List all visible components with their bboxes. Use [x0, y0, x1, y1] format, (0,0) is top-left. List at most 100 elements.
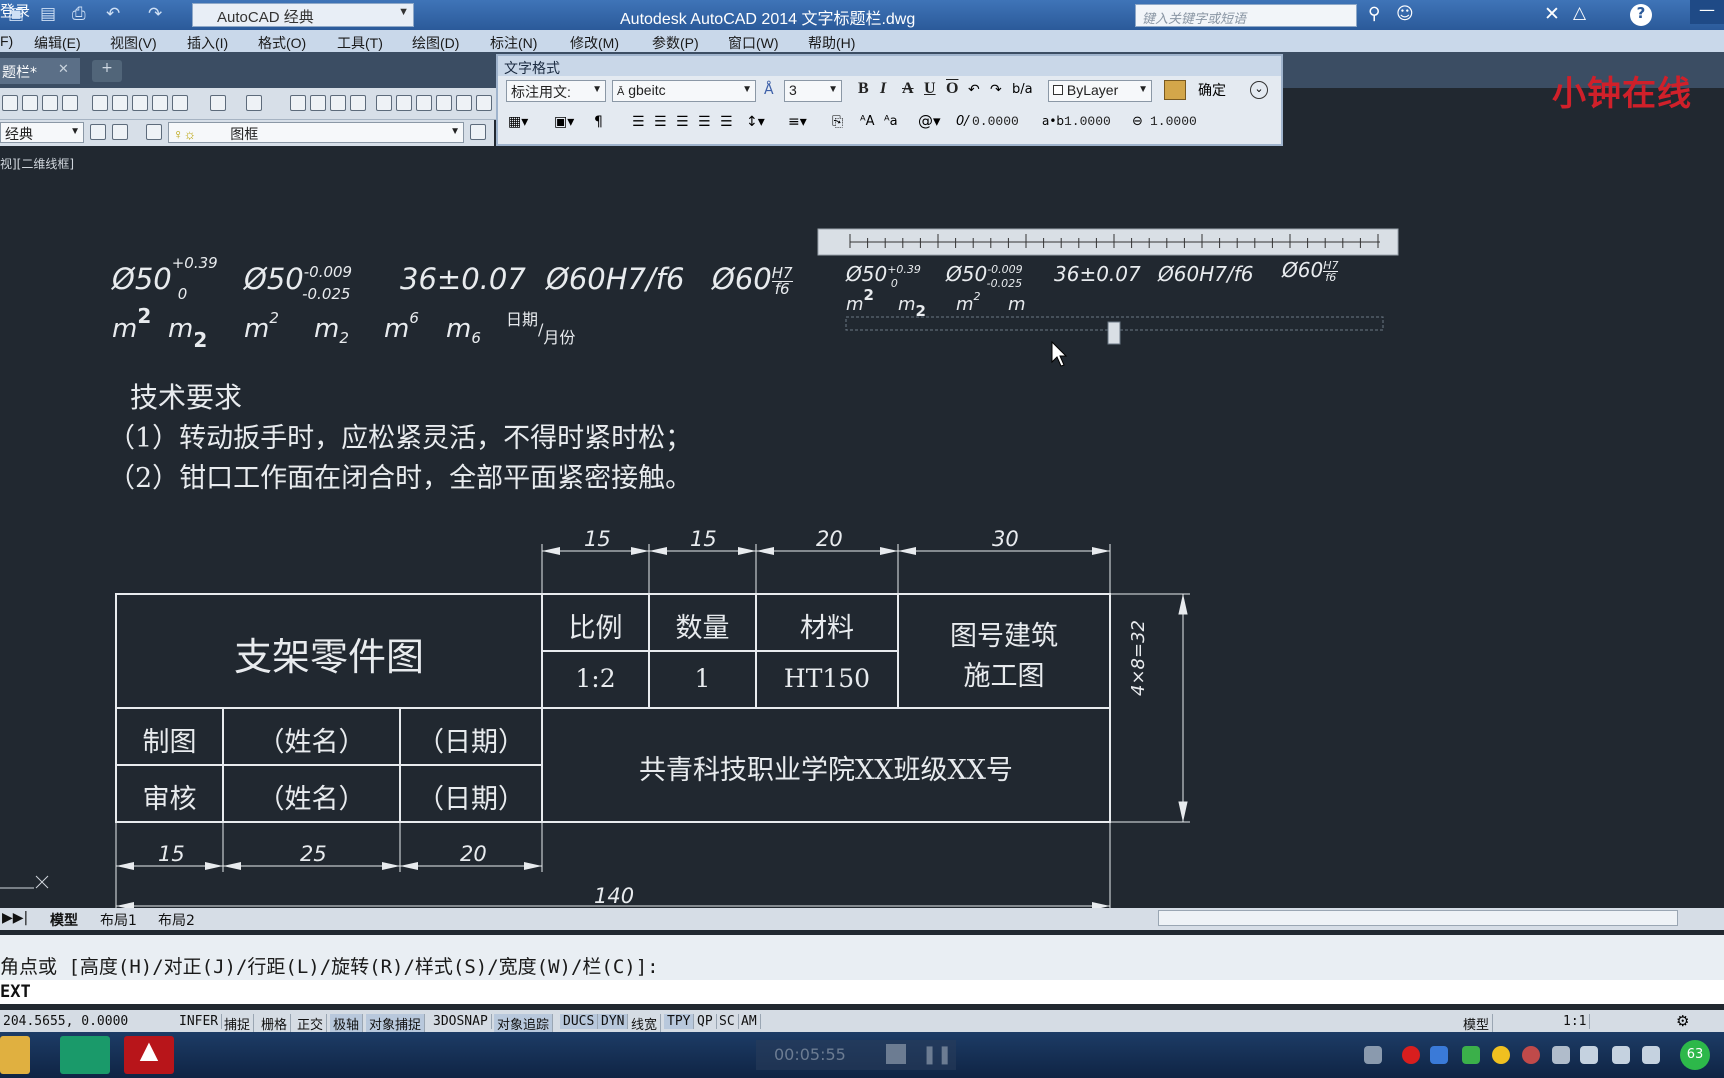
explorer-icon[interactable] [0, 1036, 30, 1074]
lower-deviation: -0.025 [986, 277, 1023, 290]
drawing-number: 图号建筑 [950, 621, 1058, 652]
unit-text: m [898, 294, 916, 315]
coordinates-readout[interactable]: 204.5655, 0.0000 [0, 1014, 131, 1029]
exponent-text: 2 [137, 304, 152, 328]
subscript-text: 2 [915, 302, 926, 320]
autocad-app-icon[interactable]: ▲ [124, 1036, 174, 1074]
toggle-am[interactable]: AM [738, 1014, 761, 1029]
toggle-lineweight[interactable]: 线宽 [628, 1014, 662, 1033]
mtext-subscript[interactable]: m2 [898, 294, 926, 320]
drawn-by-label: 制图 [142, 727, 197, 758]
tab-layout1[interactable]: 布局1 [100, 910, 137, 930]
windows-taskbar: ▲ 00:05:55 ❚❚ 63 [0, 1032, 1724, 1078]
toggle-tpy[interactable]: TPY [664, 1014, 695, 1029]
scale-value: 1:2 [575, 664, 616, 693]
toggle-dyn[interactable]: DYN [598, 1014, 629, 1029]
record-icon[interactable] [1402, 1046, 1420, 1064]
screen-recorder-icon[interactable] [60, 1036, 110, 1074]
superscript-example: m2 [112, 304, 151, 344]
dimension-arrow [524, 862, 542, 870]
part-name: 支架零件图 [233, 635, 424, 679]
toggle-ducs[interactable]: DUCS [560, 1014, 599, 1029]
flag-icon[interactable] [1612, 1046, 1630, 1064]
symmetric-tolerance: 36±0.07 [400, 262, 526, 296]
mtext-cursor-text[interactable]: m [1008, 294, 1026, 315]
dimension-text: Ø50 [946, 262, 988, 286]
dimension-arrow [756, 547, 774, 555]
fraction-denominator: f6 [1325, 271, 1337, 284]
command-input[interactable]: EXT [0, 980, 1724, 1004]
fraction-denominator: 月份 [543, 328, 576, 347]
mtext-symmetric[interactable]: 36±0.07 [1054, 262, 1141, 286]
drawn-by-name: （姓名） [257, 727, 366, 758]
fit-designation: Ø60H7/f6 [546, 262, 685, 296]
mtext-fit[interactable]: Ø60H7/f6 [1158, 262, 1253, 286]
mtext-superscript[interactable]: m2 [846, 286, 874, 315]
mtext-superscript[interactable]: m2 [956, 290, 981, 315]
drawn-date: （日期） [417, 727, 525, 758]
toggle-otrack[interactable]: 对象追踪 [494, 1014, 554, 1033]
dimension-text: 15 [158, 842, 185, 866]
tech-requirements-title: 技术要求 [130, 381, 243, 414]
toggle-ortho[interactable]: 正交 [294, 1014, 328, 1033]
exponent-text: 2 [863, 286, 874, 304]
dimension-text: Ø60 [712, 262, 772, 296]
antivirus-icon[interactable] [1522, 1046, 1540, 1064]
network-icon[interactable] [1430, 1046, 1448, 1064]
unit-text: m [168, 314, 194, 344]
subscript-text: 2 [193, 328, 208, 352]
dimension-arrow [400, 862, 418, 870]
toggle-snap[interactable]: 捕捉 [221, 1014, 255, 1033]
upper-deviation: +0.39 [887, 263, 921, 276]
plus-tray-icon[interactable] [1492, 1046, 1510, 1064]
display-icon[interactable] [1580, 1046, 1598, 1064]
annotation-scale[interactable]: 1:1 [1560, 1014, 1591, 1029]
exponent-text: 6 [409, 309, 419, 327]
command-prompt: 角点或 [高度(H)/对正(J)/行距(L)/旋转(R)/样式(S)/宽度(W)… [0, 956, 659, 978]
tech-requirement-line: （2）钳口工作面在闭合时，全部平面紧密接触。 [108, 463, 693, 494]
horizontal-scrollbar[interactable] [1158, 910, 1678, 926]
tab-layout2[interactable]: 布局2 [158, 910, 195, 930]
status-bar: 204.5655, 0.0000 INFER 捕捉 栅格 正交 极轴 对象捕捉 … [0, 1010, 1724, 1033]
dimension-arrow [880, 547, 898, 555]
ucs-icon [0, 875, 49, 889]
toggle-osnap[interactable]: 对象捕捉 [366, 1014, 426, 1033]
stop-icon[interactable] [886, 1044, 906, 1064]
mtext-fit-fraction[interactable]: Ø60 H7 f6 [1282, 258, 1339, 284]
mtext-tolerance[interactable]: Ø50-0.009-0.025 [946, 262, 1058, 290]
unit-text: m [446, 314, 472, 344]
stacked-fraction-example: 日期/月份 [506, 310, 576, 347]
mtext-tolerance[interactable]: Ø50+0.390 [846, 262, 928, 290]
subscript-example: m6 [446, 314, 481, 347]
dimension-arrow [116, 862, 134, 870]
volume-icon[interactable] [1552, 1046, 1570, 1064]
battery-icon[interactable] [1642, 1046, 1660, 1064]
pause-icon[interactable]: ❚❚ [922, 1044, 952, 1065]
toggle-3dosnap[interactable]: 3DOSNAP [430, 1014, 492, 1029]
drawing-number: 施工图 [963, 661, 1045, 692]
dimension-text: Ø50 [112, 262, 172, 296]
model-space-button[interactable]: 模型 [1460, 1014, 1494, 1033]
dimension-text: 4×8=32 [1128, 620, 1149, 696]
toggle-grid[interactable]: 栅格 [258, 1014, 292, 1033]
keyboard-icon[interactable] [1364, 1046, 1382, 1064]
dimension-text: Ø50 [244, 262, 304, 296]
upper-deviation: +0.39 [171, 254, 218, 272]
checked-by-label: 审核 [142, 784, 197, 815]
toggle-polar[interactable]: 极轴 [330, 1014, 364, 1033]
recorder-clock: 00:05:55 [774, 1045, 846, 1064]
toggle-sc[interactable]: SC [716, 1014, 739, 1029]
dimension-text: Ø50 [846, 262, 888, 286]
tab-nav-prev-icon[interactable]: ▶▶| [2, 910, 28, 926]
dimension-arrow [649, 547, 667, 555]
tab-model[interactable]: 模型 [50, 910, 78, 930]
toggle-infer[interactable]: INFER [176, 1014, 223, 1029]
gear-icon[interactable]: ⚙ [1676, 1012, 1689, 1030]
notification-badge[interactable]: 63 [1680, 1040, 1710, 1070]
toggle-qp[interactable]: QP [694, 1014, 717, 1029]
subscript-example: m2 [314, 314, 349, 347]
upper-deviation: -0.009 [987, 263, 1023, 276]
dimension-text: 15 [584, 527, 611, 551]
app-tray-icon[interactable] [1462, 1046, 1480, 1064]
material-value: HT150 [783, 664, 871, 693]
